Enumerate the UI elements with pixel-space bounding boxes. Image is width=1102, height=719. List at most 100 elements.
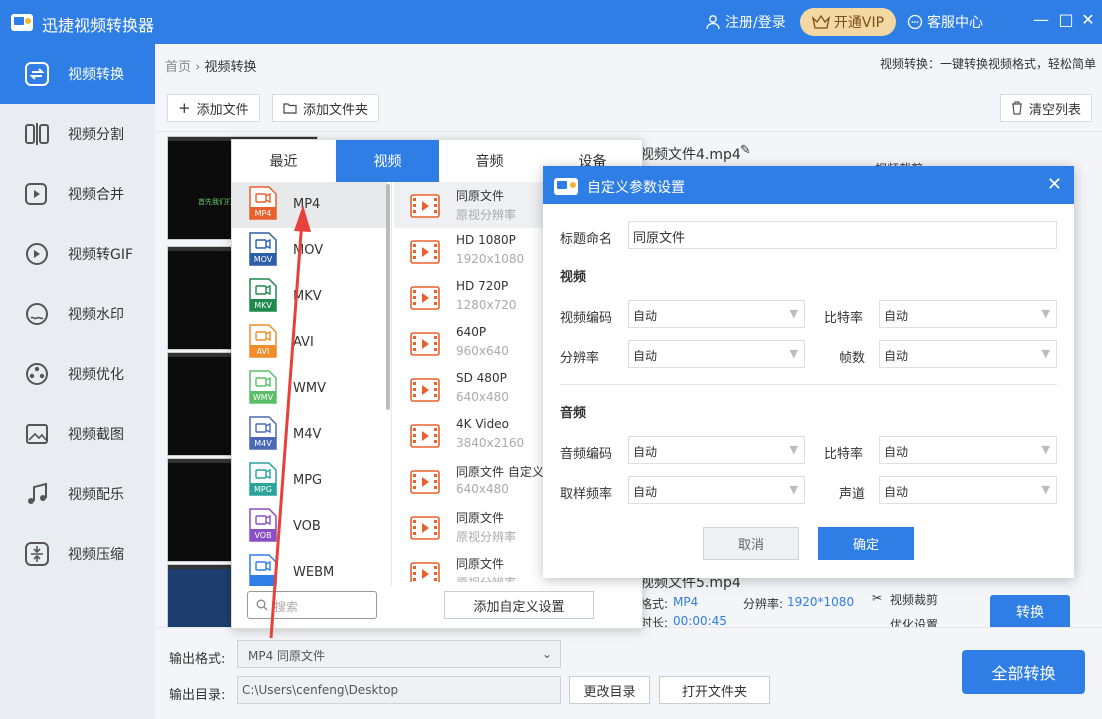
format-name: MOV xyxy=(293,243,324,258)
breadcrumb: 首页 › 视频转换 视频转换：一键转换视频格式，轻松简单 xyxy=(155,44,1102,84)
format-item-wmv[interactable]: WMV WMV xyxy=(232,366,387,412)
custom-params-dialog: 自定义参数设置 ✕ 标题命名 同原文件 视频 视频编码 自动 ▼ 比特率 自动 ▼ … xyxy=(543,166,1074,578)
open-folder-button[interactable]: 打开文件夹 xyxy=(659,676,770,704)
format-item-webm[interactable]: WEBM xyxy=(232,550,387,586)
preset-name: HD 1080P xyxy=(456,233,516,247)
chevron-down-icon: ▼ xyxy=(1041,307,1050,320)
tab-video[interactable]: 视频 xyxy=(336,140,439,182)
dialog-title: 自定义参数设置 xyxy=(587,180,685,196)
audio-codec-select[interactable]: 自动 ▼ xyxy=(628,436,805,464)
file-format-tag: VOB xyxy=(254,531,271,540)
preset-name: 640P xyxy=(456,325,487,339)
convert-icon xyxy=(25,62,49,86)
optimize-icon xyxy=(26,363,48,385)
title-name-input[interactable]: 同原文件 xyxy=(628,221,1057,249)
scrollbar[interactable] xyxy=(386,184,390,410)
format-name: WMV xyxy=(293,381,326,396)
service-button[interactable]: 客服中心 xyxy=(907,12,983,32)
sidebar-item-compress[interactable]: 视频压缩 xyxy=(0,524,155,584)
file-format-icon: AVI xyxy=(249,324,277,358)
format-name: MPG xyxy=(293,473,323,488)
file-format-tag: MPG xyxy=(254,485,272,494)
add-folder-button[interactable]: 添加文件夹 xyxy=(272,94,380,122)
sidebar-item-label: 视频合并 xyxy=(68,187,124,203)
chevron-down-icon: ▼ xyxy=(789,307,798,320)
format-item-vob[interactable]: VOB VOB xyxy=(232,504,387,550)
sidebar-item-convert[interactable]: 视频转换 xyxy=(0,44,155,104)
file-format-tag: AVI xyxy=(257,347,270,356)
film-icon xyxy=(410,516,440,540)
clear-list-button[interactable]: 清空列表 xyxy=(1000,94,1093,122)
merge-icon xyxy=(25,183,47,205)
output-dir-field[interactable]: C:\Users\cenfeng\Desktop xyxy=(237,676,561,704)
preset-name: 4K Video xyxy=(456,417,509,431)
resolution-select[interactable]: 自动 ▼ xyxy=(628,340,805,368)
convert-all-button[interactable]: 全部转换 xyxy=(962,650,1085,694)
format-item-mov[interactable]: MOV MOV xyxy=(232,228,387,274)
close-button[interactable]: ✕ xyxy=(1077,10,1099,29)
cancel-button[interactable]: 取消 xyxy=(703,527,799,560)
output-format-select[interactable]: MP4 同原文件 ⌄ xyxy=(237,640,561,668)
file-format-icon: WMV xyxy=(249,370,277,404)
app-logo-icon xyxy=(554,178,578,195)
format-name: VOB xyxy=(293,519,321,534)
chevron-down-icon: ▼ xyxy=(1041,483,1050,496)
preset-resolution: 原视分辨率 xyxy=(456,574,516,582)
add-custom-setting-button[interactable]: 添加自定义设置 xyxy=(444,591,594,619)
channel-select[interactable]: 自动 ▼ xyxy=(879,476,1057,504)
framerate-label: 帧数 xyxy=(839,351,866,366)
maximize-button[interactable]: □ xyxy=(1055,10,1077,29)
video-bitrate-select[interactable]: 自动 ▼ xyxy=(879,300,1057,328)
sidebar-item-split[interactable]: 视频分割 xyxy=(0,104,155,164)
sidebar-item-label: 视频转换 xyxy=(68,67,124,83)
film-icon xyxy=(410,470,440,494)
sidebar-item-optimize[interactable]: 视频优化 xyxy=(0,344,155,404)
video-section-heading: 视频 xyxy=(560,270,587,285)
format-search-input[interactable]: 搜索 xyxy=(247,591,377,619)
convert-button[interactable]: 转换 xyxy=(990,595,1070,629)
preset-resolution: 原视分辨率 xyxy=(456,530,517,544)
format-item-mpg[interactable]: MPG MPG xyxy=(232,458,387,504)
format-item-avi[interactable]: AVI AVI xyxy=(232,320,387,366)
framerate-select[interactable]: 自动 ▼ xyxy=(879,340,1057,368)
preset-name: 同原文件 xyxy=(456,511,505,525)
sidebar-item-label: 视频水印 xyxy=(68,307,124,323)
folder-icon xyxy=(283,103,297,114)
audio-section-heading: 音频 xyxy=(560,406,587,421)
file-format-tag: M4V xyxy=(254,439,272,448)
format-item-m4v[interactable]: M4V M4V xyxy=(232,412,387,458)
format-name: AVI xyxy=(293,335,314,350)
app-logo-icon xyxy=(11,14,33,31)
format-item-mkv[interactable]: MKV MKV xyxy=(232,274,387,320)
samplerate-select[interactable]: 自动 ▼ xyxy=(628,476,805,504)
format-list: MP4 MP4 MOV MOV MKV MKV AVI AVI WMV WMV M4V M4V MPG M… xyxy=(232,182,392,586)
add-file-button[interactable]: + 添加文件 xyxy=(167,94,260,122)
login-button[interactable]: 注册/登录 xyxy=(705,12,786,32)
breadcrumb-separator: › xyxy=(195,60,201,75)
sidebar-item-watermark[interactable]: 视频水印 xyxy=(0,284,155,344)
format-item-mp4[interactable]: MP4 MP4 xyxy=(232,182,387,228)
sidebar-item-gif[interactable]: 视频转GIF xyxy=(0,224,155,284)
sidebar-item-merge[interactable]: 视频合并 xyxy=(0,164,155,224)
crop-action[interactable]: 视频裁剪 xyxy=(890,591,938,608)
format-label: 格式: xyxy=(640,597,669,611)
video-codec-select[interactable]: 自动 ▼ xyxy=(628,300,805,328)
sidebar-item-label: 视频截图 xyxy=(68,427,124,443)
edit-icon[interactable]: ✎ xyxy=(740,143,751,158)
vip-button[interactable]: 开通VIP xyxy=(800,8,896,36)
chevron-down-icon: ▼ xyxy=(1041,443,1050,456)
title-bar: 迅捷视频转换器 注册/登录 开通VIP 客服中心 — □ ✕ xyxy=(0,0,1102,44)
change-dir-button[interactable]: 更改目录 xyxy=(569,676,650,704)
close-icon[interactable]: ✕ xyxy=(1047,174,1062,195)
tab-audio[interactable]: 音频 xyxy=(438,140,541,182)
channel-value: 自动 xyxy=(884,485,909,499)
chevron-down-icon: ⌄ xyxy=(541,647,552,661)
minimize-button[interactable]: — xyxy=(1030,10,1052,29)
confirm-button[interactable]: 确定 xyxy=(818,527,914,560)
sidebar-item-music[interactable]: 视频配乐 xyxy=(0,464,155,524)
audio-bitrate-select[interactable]: 自动 ▼ xyxy=(879,436,1057,464)
breadcrumb-home[interactable]: 首页 xyxy=(165,60,191,75)
chevron-down-icon: ▼ xyxy=(789,443,798,456)
sidebar-item-screenshot[interactable]: 视频截图 xyxy=(0,404,155,464)
tab-recent[interactable]: 最近 xyxy=(232,140,335,182)
